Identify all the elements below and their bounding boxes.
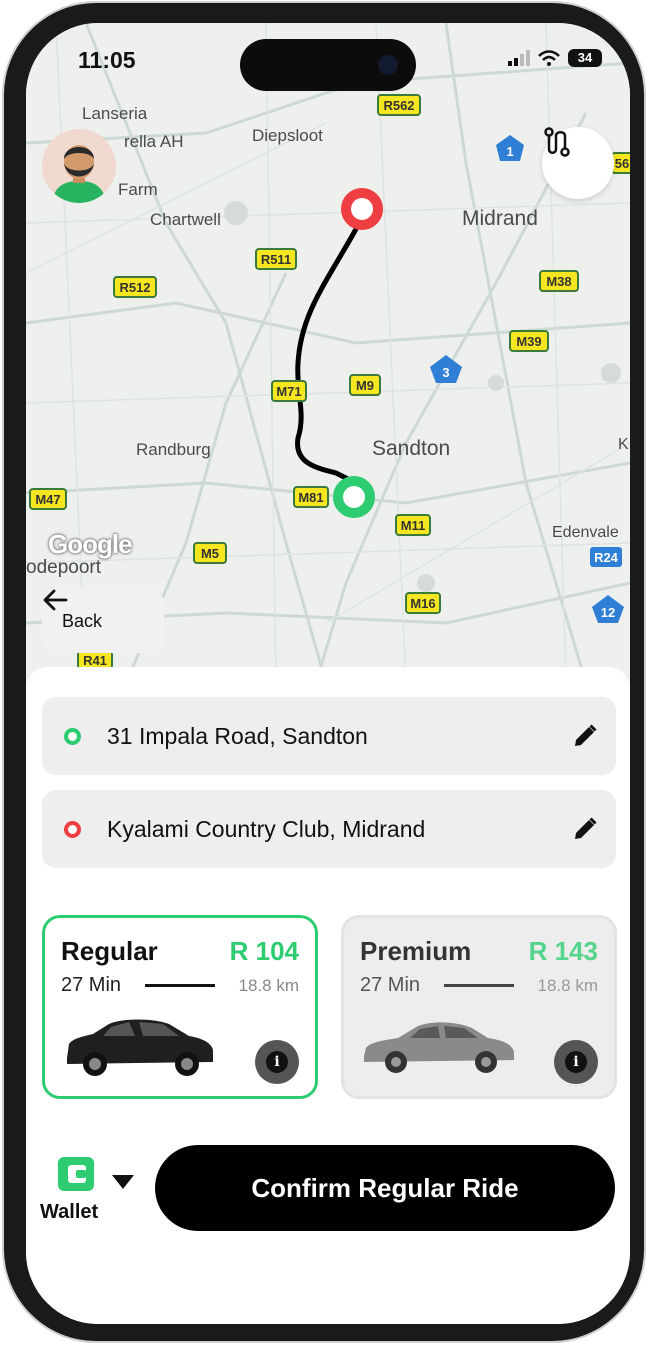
svg-text:M5: M5 <box>201 546 219 561</box>
svg-text:12: 12 <box>601 605 615 620</box>
map-place-label: Edenvale <box>552 524 619 541</box>
map-place-label: Diepsloot <box>252 126 323 145</box>
svg-text:M16: M16 <box>410 596 435 611</box>
ride-info-button[interactable]: i <box>554 1040 598 1084</box>
confirm-ride-button[interactable]: Confirm Regular Ride <box>155 1145 615 1231</box>
wifi-icon <box>538 50 560 66</box>
dropoff-address: Kyalami Country Club, Midrand <box>107 815 426 842</box>
svg-text:3: 3 <box>442 365 449 380</box>
sedan-car-icon <box>364 1022 514 1073</box>
map-place-label: Randburg <box>136 440 211 459</box>
pickup-address-field[interactable]: 31 Impala Road, Sandton <box>42 697 616 775</box>
route-toggle-button[interactable] <box>542 127 614 199</box>
svg-text:M11: M11 <box>401 518 426 533</box>
road-shield: M38 <box>539 270 579 292</box>
route-icon <box>544 127 570 157</box>
screen: Lanseria rella AH Diepsloot Farm Chartwe… <box>26 23 630 1324</box>
road-shield: 56 <box>611 152 630 174</box>
map-place-label: Sandton <box>372 437 450 460</box>
ride-distance: 18.8 km <box>238 976 299 995</box>
map-place-label: Farm <box>118 180 158 199</box>
road-shield: M71 <box>271 380 307 402</box>
road-shield: R511 <box>255 248 297 270</box>
wallet-icon <box>58 1157 94 1191</box>
avatar[interactable] <box>42 129 116 203</box>
road-shield: M9 <box>349 374 381 396</box>
ride-option-premium[interactable]: Premium R 143 27 Min 18.8 km i <box>341 915 617 1099</box>
pencil-icon[interactable] <box>572 723 598 749</box>
road-shield: 1 <box>496 135 524 161</box>
ride-duration: 27 Min <box>360 974 421 996</box>
svg-text:1: 1 <box>506 144 513 159</box>
dynamic-island <box>240 39 416 91</box>
road-shield: M81 <box>293 486 329 508</box>
battery-indicator: 34 <box>568 49 602 67</box>
svg-text:R511: R511 <box>261 252 291 267</box>
road-shield: R512 <box>113 276 157 298</box>
road-shield: M11 <box>395 514 431 536</box>
svg-text:R24: R24 <box>594 550 619 565</box>
map-place-label: odepoort <box>26 557 102 578</box>
map-place-label: Midrand <box>462 207 538 230</box>
camera-icon <box>378 55 398 75</box>
signal-icon <box>508 50 530 66</box>
road-shield: M16 <box>405 592 441 614</box>
svg-text:M39: M39 <box>516 334 541 349</box>
map-place-label: rella AH <box>124 132 184 151</box>
road-shield: 3 <box>430 355 462 383</box>
ride-duration: 27 Min <box>61 974 122 996</box>
svg-text:M71: M71 <box>276 384 301 399</box>
back-button[interactable]: Back <box>42 589 164 653</box>
bottom-sheet: 31 Impala Road, Sandton Kyalami Country … <box>26 667 630 1324</box>
status-time: 11:05 <box>78 47 136 73</box>
svg-text:M9: M9 <box>356 378 374 393</box>
status-bar: 11:05 34 <box>26 23 630 103</box>
google-attribution: Google <box>48 529 133 559</box>
ride-distance: 18.8 km <box>537 976 598 995</box>
svg-text:R512: R512 <box>119 280 150 295</box>
payment-selector[interactable]: Wallet <box>40 1157 140 1227</box>
divider <box>444 984 514 987</box>
phone-frame: Lanseria rella AH Diepsloot Farm Chartwe… <box>4 3 644 1341</box>
ride-info-button[interactable]: i <box>255 1040 299 1084</box>
arrow-left-icon <box>43 589 68 611</box>
road-shield: 12 <box>592 595 624 623</box>
user-avatar-icon <box>42 129 116 203</box>
map-place-label: Chartwell <box>150 210 221 229</box>
svg-text:56: 56 <box>615 156 629 171</box>
info-icon: i <box>266 1051 288 1073</box>
map-view[interactable]: Lanseria rella AH Diepsloot Farm Chartwe… <box>26 23 630 683</box>
map-place-label: Lanseria <box>82 104 148 123</box>
road-shield: M47 <box>29 488 67 510</box>
pickup-address: 31 Impala Road, Sandton <box>107 722 368 749</box>
map-canvas: Lanseria rella AH Diepsloot Farm Chartwe… <box>26 23 630 683</box>
pencil-icon[interactable] <box>572 816 598 842</box>
map-place-label: K <box>618 436 629 453</box>
road-shield: R24 <box>590 547 622 567</box>
svg-text:R41: R41 <box>83 653 107 668</box>
ride-option-regular[interactable]: Regular R 104 27 Min 18.8 km i <box>42 915 318 1099</box>
road-shield: M39 <box>509 330 549 352</box>
pickup-dot-icon <box>64 727 81 745</box>
payment-label: Wallet <box>40 1201 99 1223</box>
hatchback-car-icon <box>67 1019 213 1076</box>
svg-text:M47: M47 <box>35 492 60 507</box>
svg-text:M81: M81 <box>298 490 323 505</box>
ride-price: R 143 <box>528 936 598 966</box>
divider <box>145 984 215 987</box>
ride-name: Regular <box>61 936 158 966</box>
dropoff-dot-icon <box>64 820 81 838</box>
info-icon: i <box>565 1051 587 1073</box>
road-shield: M5 <box>193 542 227 564</box>
dropoff-address-field[interactable]: Kyalami Country Club, Midrand <box>42 790 616 868</box>
ride-name: Premium <box>360 936 472 966</box>
status-icons: 34 <box>508 49 602 67</box>
back-label: Back <box>62 610 103 631</box>
caret-down-icon <box>112 1175 134 1189</box>
ride-price: R 104 <box>229 936 299 966</box>
svg-text:M38: M38 <box>546 274 571 289</box>
